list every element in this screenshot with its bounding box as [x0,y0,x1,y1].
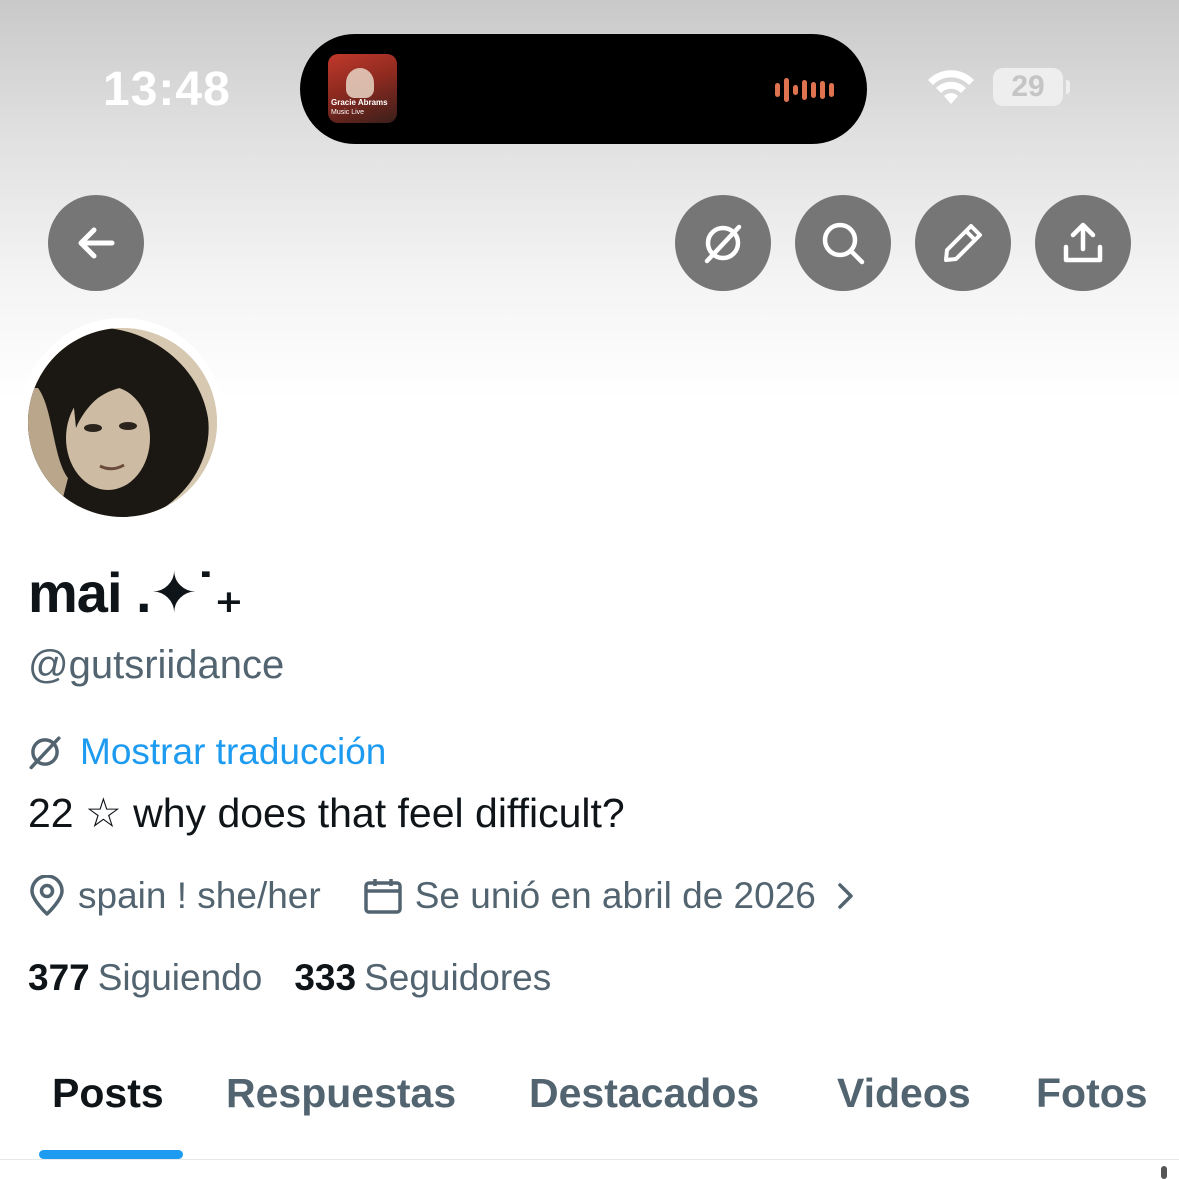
audio-waveform-icon [775,78,834,102]
status-time: 13:48 [103,63,231,116]
calendar-icon [363,879,402,914]
profile-meta: spain ! she/her Se unió en abril de 2026 [28,872,856,920]
location-text: spain ! she/her [78,875,321,916]
show-translation-link[interactable]: Mostrar traducción [26,730,386,774]
wifi-icon [928,70,974,104]
now-playing-subtitle: Music Live [331,109,365,116]
profile-bio: 22 ☆ why does that feel difficult? [28,790,625,836]
username-handle: @gutsriidance [28,643,285,687]
dynamic-island-now-playing[interactable]: Gracie Abrams Music Live [300,34,867,144]
followers-link[interactable]: 333 Seguidores [294,957,551,999]
display-name: mai .✦˙₊ [28,561,244,624]
share-button[interactable] [1035,195,1131,291]
avatar[interactable] [28,328,217,517]
tab-photos[interactable]: Fotos [1036,1070,1148,1117]
search-button[interactable] [795,195,891,291]
show-translation-label: Mostrar traducción [80,731,387,772]
following-link[interactable]: 377 Siguiendo [28,957,262,999]
active-tab-indicator [39,1150,183,1159]
following-count: 377 [28,957,90,998]
edit-button[interactable] [915,195,1011,291]
avatar-photo [28,328,217,517]
tabs-divider [0,1159,1179,1160]
back-button[interactable] [48,195,144,291]
arrow-left-icon [78,227,115,259]
battery-nub [1066,80,1070,94]
location-pin-icon [30,875,64,916]
album-artwork: Gracie Abrams Music Live [328,54,397,123]
joined-date-item[interactable]: Se unió en abril de 2026 [363,875,856,917]
tab-posts[interactable]: Posts [52,1070,164,1117]
translate-icon [704,224,742,264]
battery-indicator: 29 [993,68,1063,106]
share-upload-icon [1063,222,1103,263]
translate-button[interactable] [675,195,771,291]
search-icon [822,222,865,265]
profile-tabs: Posts Respuestas Destacados Videos Fotos [0,1060,1179,1160]
joined-date-text: Se unió en abril de 2026 [414,875,816,916]
following-label: Siguiendo [97,957,263,998]
followers-count: 333 [294,957,357,998]
tab-videos[interactable]: Videos [837,1070,971,1117]
followers-label: Seguidores [364,957,552,998]
tab-replies[interactable]: Respuestas [226,1070,456,1117]
follow-stats: 377 Siguiendo 333 Seguidores [28,957,551,999]
now-playing-title: Gracie Abrams [331,98,388,107]
chevron-right-icon [838,883,853,909]
location-item: spain ! she/her [28,875,321,917]
scrollbar[interactable] [1161,1166,1167,1179]
translate-icon [29,736,61,770]
tab-highlights[interactable]: Destacados [529,1070,759,1117]
edit-pencil-icon [944,224,982,262]
